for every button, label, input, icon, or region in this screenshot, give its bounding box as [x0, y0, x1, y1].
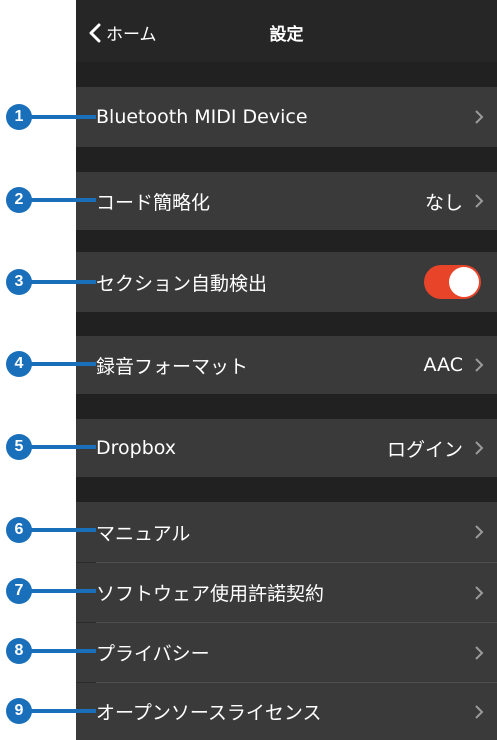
section-gap: [76, 477, 497, 502]
row-label: Bluetooth MIDI Device: [96, 106, 308, 128]
row-label: 録音フォーマット: [96, 355, 249, 378]
section-gap: [76, 147, 497, 172]
row-dropbox[interactable]: Dropbox ログイン: [76, 419, 497, 477]
callout-number: 3: [6, 269, 32, 295]
row-label: Dropbox: [96, 437, 177, 459]
callout-line: [30, 115, 96, 119]
callout-line: [30, 362, 96, 366]
callout-line: [30, 589, 96, 593]
row-bluetooth-midi[interactable]: Bluetooth MIDI Device: [76, 87, 497, 147]
row-open-source[interactable]: オープンソースライセンス: [76, 683, 497, 740]
callout-number: 7: [6, 578, 32, 604]
callout-line: [30, 649, 96, 653]
row-label: マニュアル: [96, 522, 191, 545]
section-detect-toggle[interactable]: [424, 265, 481, 299]
row-label: オープンソースライセンス: [96, 702, 322, 724]
chevron-right-icon: [475, 110, 484, 124]
chevron-right-icon: [475, 645, 484, 660]
callout-number: 1: [6, 104, 32, 130]
chevron-right-icon: [475, 358, 484, 372]
row-chord-simplify[interactable]: コード簡略化 なし: [76, 172, 497, 230]
callout-number: 5: [6, 434, 32, 460]
toggle-knob: [449, 267, 479, 297]
page-title: 設定: [269, 25, 304, 45]
callout-number: 9: [6, 698, 32, 724]
section-gap: [76, 312, 497, 336]
row-manual[interactable]: マニュアル: [76, 502, 497, 562]
chevron-right-icon: [475, 441, 484, 455]
row-value: AAC: [423, 354, 463, 376]
callout-line: [30, 198, 96, 202]
row-label: プライバシー: [96, 643, 210, 665]
row-section-detect: セクション自動検出: [76, 252, 497, 312]
chevron-right-icon: [475, 525, 484, 539]
row-label: ソフトウェア使用許諾契約: [96, 583, 325, 605]
section-gap: [76, 62, 497, 87]
row-privacy[interactable]: プライバシー: [76, 623, 497, 682]
chevron-right-icon: [475, 585, 484, 600]
chevron-right-icon: [475, 704, 484, 719]
settings-screen: ホーム 設定 Bluetooth MIDI Device コード簡略化 なし セ…: [76, 0, 497, 740]
callout-number: 6: [6, 517, 32, 543]
chevron-right-icon: [475, 194, 484, 208]
callout-number: 2: [6, 187, 32, 213]
callout-number: 4: [6, 351, 32, 377]
row-value: ログイン: [386, 438, 463, 461]
row-label: コード簡略化: [96, 191, 211, 214]
row-value: なし: [424, 191, 463, 214]
callout-line: [30, 445, 96, 449]
callout-number: 8: [6, 638, 32, 664]
callout-line: [30, 528, 96, 532]
callout-line: [30, 280, 96, 284]
section-gap: [76, 394, 497, 419]
row-label: セクション自動検出: [96, 272, 268, 295]
section-gap: [76, 230, 497, 252]
nav-bar: ホーム 設定: [76, 0, 497, 62]
row-record-format[interactable]: 録音フォーマット AAC: [76, 336, 497, 394]
row-license-agreement[interactable]: ソフトウェア使用許諾契約: [76, 563, 497, 622]
callout-line: [30, 709, 96, 713]
